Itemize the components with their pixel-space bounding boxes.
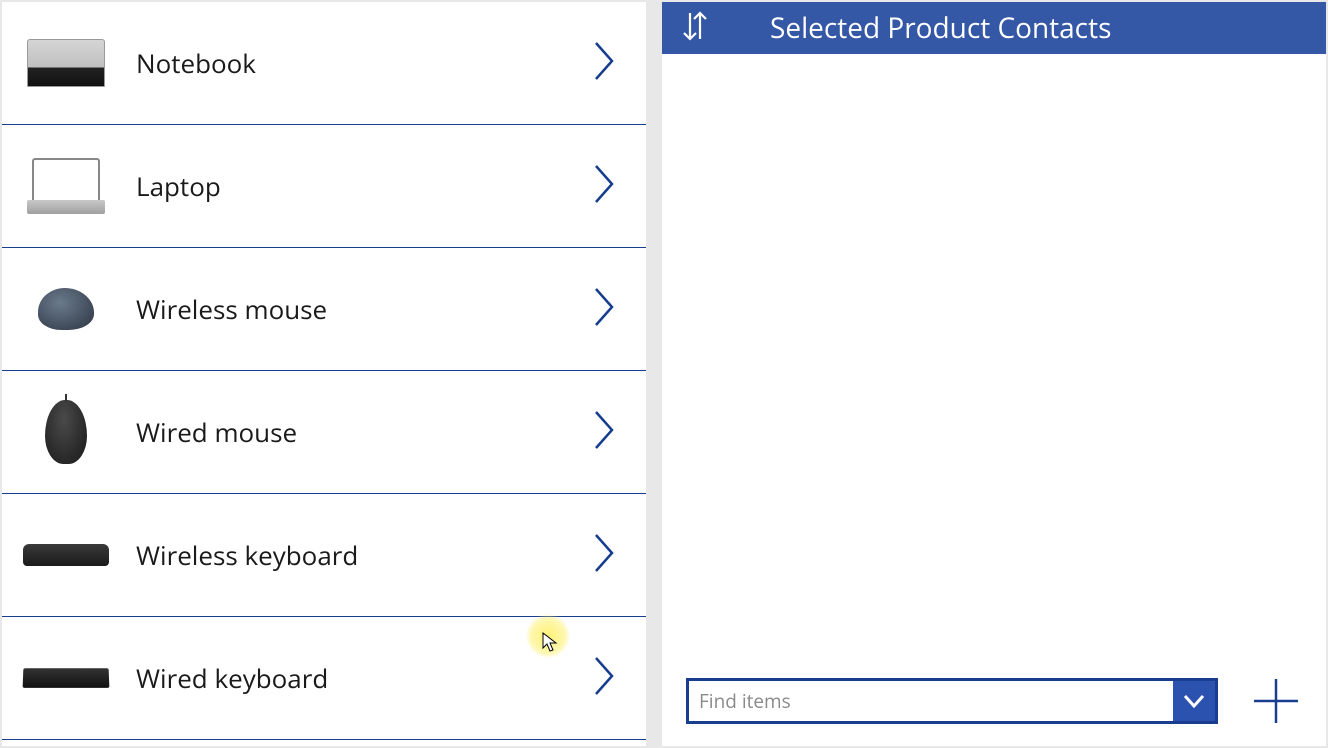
chevron-right-icon: [592, 408, 616, 457]
product-label: Notebook: [136, 45, 592, 81]
panel-gap: [648, 0, 660, 748]
chevron-right-icon: [592, 531, 616, 580]
chevron-right-icon: [592, 162, 616, 211]
chevron-right-icon: [592, 654, 616, 703]
find-items-placeholder: Find items: [689, 688, 1173, 714]
product-label: Wired keyboard: [136, 660, 592, 696]
find-items-combobox[interactable]: Find items: [686, 678, 1218, 724]
product-label: Wireless keyboard: [136, 537, 592, 573]
sort-icon[interactable]: [680, 9, 710, 48]
bottom-bar: Find items: [662, 656, 1326, 746]
contacts-panel: Selected Product Contacts Find items: [660, 0, 1328, 748]
chevron-down-icon: [1173, 681, 1215, 721]
product-label: Wired mouse: [136, 414, 592, 450]
product-thumb-wireless-keyboard: [22, 520, 110, 590]
chevron-right-icon: [592, 39, 616, 88]
product-item-wireless-keyboard[interactable]: Wireless keyboard: [2, 494, 646, 617]
product-item-wired-mouse[interactable]: Wired mouse: [2, 371, 646, 494]
product-label: Wireless mouse: [136, 291, 592, 327]
chevron-right-icon: [592, 285, 616, 334]
product-item-wired-keyboard[interactable]: Wired keyboard: [2, 617, 646, 740]
product-thumb-wired-keyboard: [22, 643, 110, 713]
contacts-body: [662, 54, 1326, 656]
plus-icon: [1252, 677, 1300, 725]
product-item-laptop[interactable]: Laptop: [2, 125, 646, 248]
product-thumb-notebook: [22, 28, 110, 98]
product-item-wireless-mouse[interactable]: Wireless mouse: [2, 248, 646, 371]
product-item-notebook[interactable]: Notebook: [2, 2, 646, 125]
product-list-panel: Notebook Laptop Wireless mouse Wired mou…: [0, 0, 648, 748]
product-label: Laptop: [136, 168, 592, 204]
product-thumb-wired-mouse: [22, 397, 110, 467]
contacts-header: Selected Product Contacts: [662, 2, 1326, 54]
product-thumb-wireless-mouse: [22, 274, 110, 344]
add-button[interactable]: [1250, 675, 1302, 727]
product-thumb-laptop: [22, 151, 110, 221]
contacts-title: Selected Product Contacts: [770, 9, 1111, 47]
